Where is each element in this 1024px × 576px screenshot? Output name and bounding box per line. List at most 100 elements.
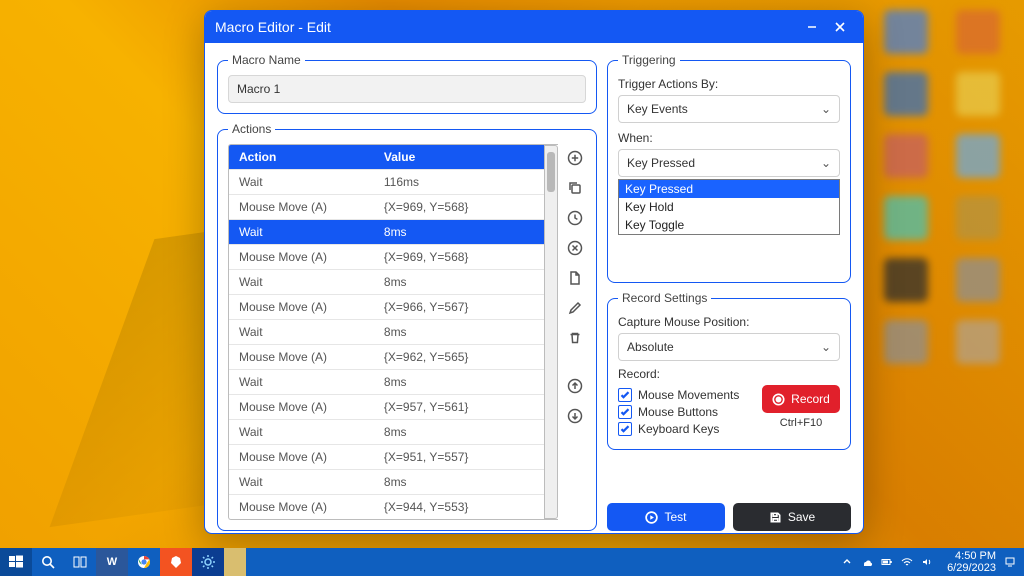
- when-option[interactable]: Key Toggle: [619, 216, 839, 234]
- window-close-button[interactable]: [827, 16, 853, 38]
- cell-action: Mouse Move (A): [229, 345, 374, 370]
- save-button[interactable]: Save: [733, 503, 851, 531]
- table-row[interactable]: Wait8ms: [229, 320, 544, 345]
- trigger-by-label: Trigger Actions By:: [618, 77, 840, 91]
- mouse-movements-checkbox[interactable]: Mouse Movements: [618, 388, 758, 402]
- tray-notifications-icon[interactable]: [1004, 556, 1016, 568]
- table-row[interactable]: Mouse Move (A){X=957, Y=561}: [229, 395, 544, 420]
- file-icon: [567, 270, 583, 286]
- taskbar-app-word[interactable]: W: [96, 548, 128, 576]
- actions-toolbar: [558, 144, 586, 520]
- actions-scrollbar[interactable]: [544, 145, 558, 519]
- when-label: When:: [618, 131, 840, 145]
- table-row[interactable]: Mouse Move (A){X=966, Y=567}: [229, 295, 544, 320]
- delete-action-button[interactable]: [565, 328, 585, 348]
- mouse-movements-label: Mouse Movements: [638, 388, 739, 402]
- triggering-legend: Triggering: [618, 53, 680, 67]
- actions-grid[interactable]: Action Value Wait116msMouse Move (A){X=9…: [228, 144, 558, 520]
- add-action-button[interactable]: [565, 148, 585, 168]
- tray-chevron-icon[interactable]: [841, 556, 853, 568]
- keyboard-keys-label: Keyboard Keys: [638, 422, 719, 436]
- table-row[interactable]: Wait8ms: [229, 270, 544, 295]
- taskbar[interactable]: W 4:50 PM 6/29/2023: [0, 548, 1024, 576]
- mouse-buttons-checkbox[interactable]: Mouse Buttons: [618, 405, 758, 419]
- capture-position-select[interactable]: Absolute ⌄: [618, 333, 840, 361]
- trash-icon: [567, 330, 583, 346]
- when-option[interactable]: Key Pressed: [619, 180, 839, 198]
- remove-action-button[interactable]: [565, 238, 585, 258]
- taskbar-clock[interactable]: 4:50 PM 6/29/2023: [941, 550, 996, 574]
- cell-action: Mouse Move (A): [229, 395, 374, 420]
- taskbar-app-brave[interactable]: [160, 548, 192, 576]
- titlebar[interactable]: Macro Editor - Edit: [205, 11, 863, 43]
- keyboard-keys-checkbox[interactable]: Keyboard Keys: [618, 422, 758, 436]
- test-button[interactable]: Test: [607, 503, 725, 531]
- cell-value: {X=969, Y=568}: [374, 245, 544, 270]
- cell-value: {X=951, Y=557}: [374, 445, 544, 470]
- window-title: Macro Editor - Edit: [215, 19, 331, 35]
- edit-action-button[interactable]: [565, 298, 585, 318]
- cell-value: 8ms: [374, 220, 544, 245]
- table-row[interactable]: Wait116ms: [229, 170, 544, 195]
- col-value[interactable]: Value: [374, 145, 544, 170]
- footer-buttons: Test Save: [607, 503, 851, 531]
- table-row[interactable]: Wait8ms: [229, 420, 544, 445]
- cell-action: Wait: [229, 320, 374, 345]
- table-row[interactable]: Wait8ms: [229, 220, 544, 245]
- cell-action: Wait: [229, 220, 374, 245]
- tray-volume-icon[interactable]: [921, 556, 933, 568]
- tray-cloud-icon[interactable]: [861, 556, 873, 568]
- start-button[interactable]: [0, 548, 32, 576]
- save-icon: [769, 511, 782, 524]
- table-row[interactable]: Mouse Move (A){X=944, Y=553}: [229, 495, 544, 520]
- move-up-button[interactable]: [565, 376, 585, 396]
- table-row[interactable]: Mouse Move (A){X=962, Y=565}: [229, 345, 544, 370]
- copy-action-button[interactable]: [565, 178, 585, 198]
- table-row[interactable]: Mouse Move (A){X=969, Y=568}: [229, 195, 544, 220]
- mouse-buttons-label: Mouse Buttons: [638, 405, 718, 419]
- system-tray[interactable]: 4:50 PM 6/29/2023: [833, 548, 1024, 576]
- trigger-by-select[interactable]: Key Events ⌄: [618, 95, 840, 123]
- search-icon: [40, 554, 56, 570]
- new-file-button[interactable]: [565, 268, 585, 288]
- table-row[interactable]: Mouse Move (A){X=969, Y=568}: [229, 245, 544, 270]
- col-action[interactable]: Action: [229, 145, 374, 170]
- tray-battery-icon[interactable]: [881, 556, 893, 568]
- minimize-icon: [806, 21, 818, 33]
- trigger-by-value: Key Events: [627, 102, 688, 116]
- capture-position-value: Absolute: [627, 340, 674, 354]
- table-row[interactable]: Wait8ms: [229, 370, 544, 395]
- windows-icon: [8, 554, 24, 570]
- record-button[interactable]: Record: [762, 385, 840, 413]
- tray-wifi-icon[interactable]: [901, 556, 913, 568]
- cell-action: Mouse Move (A): [229, 295, 374, 320]
- chevron-down-icon: ⌄: [821, 340, 831, 354]
- when-select[interactable]: Key Pressed ⌄: [618, 149, 840, 177]
- triggering-group: Triggering Trigger Actions By: Key Event…: [607, 53, 851, 283]
- checkbox-icon: [618, 405, 632, 419]
- macro-name-input[interactable]: Macro 1: [228, 75, 586, 103]
- taskbar-app-chrome[interactable]: [128, 548, 160, 576]
- cell-action: Mouse Move (A): [229, 195, 374, 220]
- time-action-button[interactable]: [565, 208, 585, 228]
- taskbar-app-folder[interactable]: [224, 548, 246, 576]
- x-circle-icon: [567, 240, 583, 256]
- table-row[interactable]: Mouse Move (A){X=951, Y=557}: [229, 445, 544, 470]
- record-icon: [772, 393, 785, 406]
- scrollbar-thumb[interactable]: [547, 152, 555, 192]
- window-minimize-button[interactable]: [799, 16, 825, 38]
- chevron-down-icon: ⌄: [821, 102, 831, 116]
- plus-circle-icon: [567, 150, 583, 166]
- play-circle-icon: [645, 511, 658, 524]
- when-option[interactable]: Key Hold: [619, 198, 839, 216]
- move-down-button[interactable]: [565, 406, 585, 426]
- taskbar-taskview-button[interactable]: [64, 548, 96, 576]
- table-row[interactable]: Wait8ms: [229, 470, 544, 495]
- taskbar-app-macro[interactable]: [192, 548, 224, 576]
- cell-value: {X=957, Y=561}: [374, 395, 544, 420]
- taskbar-search-button[interactable]: [32, 548, 64, 576]
- cell-action: Mouse Move (A): [229, 445, 374, 470]
- actions-group: Actions Action Value Wait116msMouse Move…: [217, 122, 597, 531]
- cell-value: {X=969, Y=568}: [374, 195, 544, 220]
- actions-legend: Actions: [228, 122, 275, 136]
